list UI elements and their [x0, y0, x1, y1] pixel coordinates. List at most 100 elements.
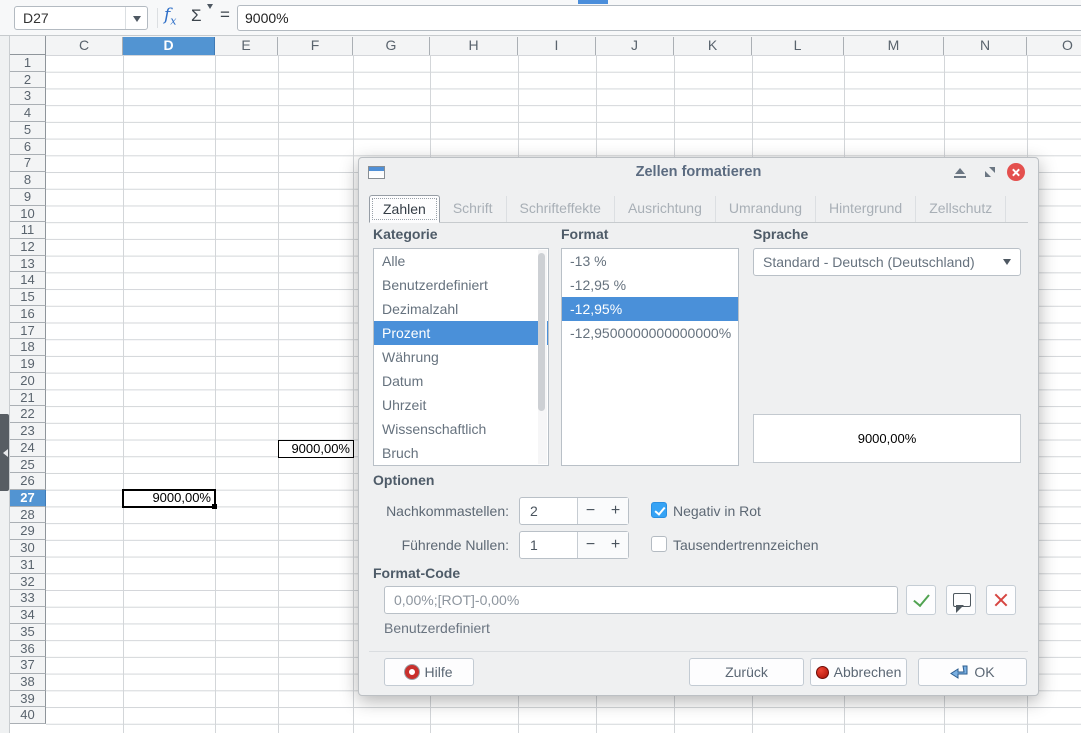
tab-umrandung[interactable]: Umrandung — [716, 196, 816, 222]
category-item-währung[interactable]: Währung — [374, 345, 548, 369]
column-header-D[interactable]: D — [123, 37, 215, 55]
close-icon[interactable] — [1007, 163, 1025, 181]
formula-input[interactable]: 9000% — [237, 5, 1081, 31]
tab-schrift[interactable]: Schrift — [440, 196, 507, 222]
tab-hintergrund[interactable]: Hintergrund — [816, 196, 916, 222]
tab-zellschutz[interactable]: Zellschutz — [916, 196, 1006, 222]
row-header-29[interactable]: 29 — [10, 523, 46, 540]
sum-icon[interactable]: Σ — [191, 6, 202, 26]
row-header-21[interactable]: 21 — [10, 390, 46, 407]
row-header-26[interactable]: 26 — [10, 473, 46, 490]
row-header-15[interactable]: 15 — [10, 289, 46, 306]
row-header-28[interactable]: 28 — [10, 507, 46, 524]
format-item[interactable]: -13 % — [562, 249, 738, 273]
delete-x-icon[interactable] — [986, 585, 1016, 615]
row-header-13[interactable]: 13 — [10, 256, 46, 273]
row-header-12[interactable]: 12 — [10, 239, 46, 256]
row-header-39[interactable]: 39 — [10, 691, 46, 708]
dialog-titlebar[interactable]: Zellen formatieren — [359, 158, 1038, 188]
row-header-22[interactable]: 22 — [10, 406, 46, 423]
help-button[interactable]: Hilfe — [384, 658, 474, 686]
row-header-1[interactable]: 1 — [10, 55, 46, 72]
row-header-37[interactable]: 37 — [10, 657, 46, 674]
row-header-17[interactable]: 17 — [10, 323, 46, 340]
tab-ausrichtung[interactable]: Ausrichtung — [615, 196, 716, 222]
column-header-K[interactable]: K — [674, 37, 752, 55]
sidebar-hide-handle[interactable] — [0, 414, 9, 491]
format-item[interactable]: -12,95% — [562, 297, 738, 321]
row-header-35[interactable]: 35 — [10, 624, 46, 641]
category-list[interactable]: AlleBenutzerdefiniertDezimalzahlProzentW… — [373, 248, 549, 466]
cell-F24[interactable]: 9000,00% — [278, 440, 354, 458]
row-header-24[interactable]: 24 — [10, 440, 46, 457]
row-header-3[interactable]: 3 — [10, 88, 46, 105]
column-header-F[interactable]: F — [278, 37, 353, 55]
select-all-corner[interactable] — [10, 36, 46, 55]
row-header-6[interactable]: 6 — [10, 139, 46, 156]
restore-icon[interactable] — [985, 167, 995, 177]
column-header-H[interactable]: H — [430, 37, 518, 55]
format-code-input[interactable]: 0,00%;[ROT]-0,00% — [384, 586, 898, 614]
scrollbar-track[interactable] — [538, 250, 547, 464]
row-header-27[interactable]: 27 — [10, 490, 46, 507]
cell-D27[interactable]: 9000,00% — [122, 489, 216, 508]
row-header-23[interactable]: 23 — [10, 423, 46, 440]
ok-button[interactable]: OK — [918, 658, 1027, 686]
tab-schrifteffekte[interactable]: Schrifteffekte — [507, 196, 615, 222]
fill-handle[interactable] — [212, 504, 217, 509]
row-header-16[interactable]: 16 — [10, 306, 46, 323]
leading-zeroes-increment[interactable]: + — [603, 532, 628, 558]
row-header-33[interactable]: 33 — [10, 590, 46, 607]
row-header-8[interactable]: 8 — [10, 172, 46, 189]
tab-zahlen[interactable]: Zahlen — [369, 195, 440, 223]
column-header-O[interactable]: O — [1027, 37, 1081, 55]
cancel-button[interactable]: Abbrechen — [810, 658, 907, 686]
thousands-separator-checkbox[interactable] — [651, 536, 667, 552]
row-header-11[interactable]: 11 — [10, 222, 46, 239]
format-list[interactable]: -13 %-12,95 %-12,95%-12,9500000000000000… — [561, 248, 739, 466]
row-header-31[interactable]: 31 — [10, 557, 46, 574]
column-header-C[interactable]: C — [46, 37, 123, 55]
format-item[interactable]: -12,95 % — [562, 273, 738, 297]
category-item-datum[interactable]: Datum — [374, 369, 548, 393]
decimal-places-input[interactable]: 2 — [520, 498, 578, 524]
decimal-places-increment[interactable]: + — [603, 498, 628, 524]
shade-icon[interactable] — [954, 168, 966, 178]
row-header-9[interactable]: 9 — [10, 189, 46, 206]
leading-zeroes-input[interactable]: 1 — [520, 532, 578, 558]
row-header-10[interactable]: 10 — [10, 206, 46, 223]
row-header-40[interactable]: 40 — [10, 707, 46, 724]
row-header-19[interactable]: 19 — [10, 356, 46, 373]
category-item-alle[interactable]: Alle — [374, 249, 548, 273]
row-header-2[interactable]: 2 — [10, 72, 46, 89]
category-item-uhrzeit[interactable]: Uhrzeit — [374, 393, 548, 417]
formula-equals-icon[interactable]: = — [220, 5, 230, 25]
leading-zeroes-decrement[interactable]: − — [578, 532, 603, 558]
column-header-I[interactable]: I — [518, 37, 596, 55]
row-header-4[interactable]: 4 — [10, 105, 46, 122]
column-header-N[interactable]: N — [944, 37, 1027, 55]
row-header-20[interactable]: 20 — [10, 373, 46, 390]
language-select[interactable]: Standard - Deutsch (Deutschland) — [753, 248, 1021, 276]
negative-red-checkbox[interactable] — [651, 502, 667, 518]
row-header-25[interactable]: 25 — [10, 457, 46, 474]
category-item-prozent[interactable]: Prozent — [374, 321, 548, 345]
format-item[interactable]: -12,9500000000000000% — [562, 321, 738, 345]
row-header-18[interactable]: 18 — [10, 339, 46, 356]
name-box[interactable]: D27 — [14, 6, 148, 30]
category-item-bruch[interactable]: Bruch — [374, 441, 548, 465]
confirm-check-icon[interactable] — [906, 585, 936, 615]
scrollbar-thumb[interactable] — [538, 253, 545, 411]
row-header-30[interactable]: 30 — [10, 540, 46, 557]
row-header-34[interactable]: 34 — [10, 607, 46, 624]
column-header-J[interactable]: J — [596, 37, 674, 55]
row-header-5[interactable]: 5 — [10, 122, 46, 139]
comment-icon[interactable] — [946, 585, 976, 615]
column-header-M[interactable]: M — [844, 37, 944, 55]
back-button[interactable]: Zurück — [689, 658, 804, 686]
column-header-L[interactable]: L — [752, 37, 844, 55]
column-header-E[interactable]: E — [215, 37, 278, 55]
category-item-wissenschaftlich[interactable]: Wissenschaftlich — [374, 417, 548, 441]
row-header-38[interactable]: 38 — [10, 674, 46, 691]
function-wizard-icon[interactable]: fx — [164, 5, 177, 27]
